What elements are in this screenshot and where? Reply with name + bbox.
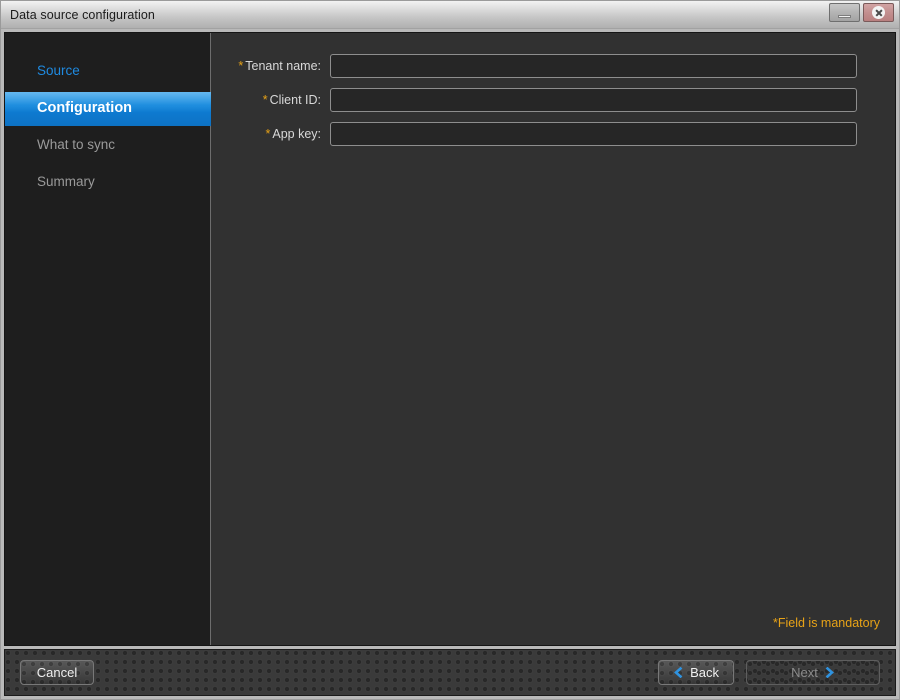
back-button-label: Back xyxy=(690,665,719,680)
next-button-label: Next xyxy=(791,665,818,680)
sidebar-item-label: Summary xyxy=(37,174,95,189)
required-asterisk-icon: * xyxy=(238,59,243,73)
label-text: App key: xyxy=(272,127,321,141)
app-key-input[interactable] xyxy=(330,122,857,146)
window-controls xyxy=(829,3,894,22)
back-button[interactable]: Back xyxy=(658,660,734,685)
minimize-button[interactable] xyxy=(829,3,860,22)
next-button[interactable]: Next xyxy=(746,660,880,685)
sidebar-item-label: Configuration xyxy=(37,100,132,116)
window-title: Data source configuration xyxy=(1,8,155,22)
sidebar-item-label: Source xyxy=(37,63,80,78)
cancel-button-label: Cancel xyxy=(37,665,77,680)
label-text: Tenant name: xyxy=(245,59,321,73)
wizard-sidebar: Source Configuration What to sync Summar… xyxy=(5,33,211,645)
tenant-name-label: *Tenant name: xyxy=(211,59,330,73)
close-button[interactable] xyxy=(863,3,894,22)
sidebar-item-what-to-sync[interactable]: What to sync xyxy=(5,128,210,161)
chevron-left-icon xyxy=(673,667,684,678)
form-row-tenant-name: *Tenant name: xyxy=(211,54,895,78)
app-key-label: *App key: xyxy=(211,127,330,141)
footer-actions: Back Next xyxy=(658,660,880,685)
cancel-button[interactable]: Cancel xyxy=(20,660,94,685)
required-asterisk-icon: * xyxy=(265,127,270,141)
form-row-client-id: *Client ID: xyxy=(211,88,895,112)
chevron-right-icon xyxy=(824,667,835,678)
form-row-app-key: *App key: xyxy=(211,122,895,146)
minimize-icon xyxy=(838,15,851,18)
footer-bar: Cancel Back Next xyxy=(4,649,896,696)
label-text: Client ID: xyxy=(270,93,321,107)
sidebar-item-label: What to sync xyxy=(37,137,115,152)
client-id-input[interactable] xyxy=(330,88,857,112)
required-asterisk-icon: * xyxy=(263,93,268,107)
sidebar-item-configuration[interactable]: Configuration xyxy=(5,91,210,124)
content-area: Source Configuration What to sync Summar… xyxy=(4,32,896,646)
sidebar-item-summary[interactable]: Summary xyxy=(5,165,210,198)
tenant-name-input[interactable] xyxy=(330,54,857,78)
client-id-label: *Client ID: xyxy=(211,93,330,107)
mandatory-field-note: *Field is mandatory xyxy=(773,616,880,630)
title-bar[interactable]: Data source configuration xyxy=(1,1,899,29)
dialog-body: Source Configuration What to sync Summar… xyxy=(1,29,899,699)
sidebar-item-source[interactable]: Source xyxy=(5,54,210,87)
configuration-form: *Tenant name: *Client ID: *App key: xyxy=(211,33,895,645)
close-icon xyxy=(872,6,885,19)
dialog-window: Data source configuration Source Configu… xyxy=(0,0,900,700)
